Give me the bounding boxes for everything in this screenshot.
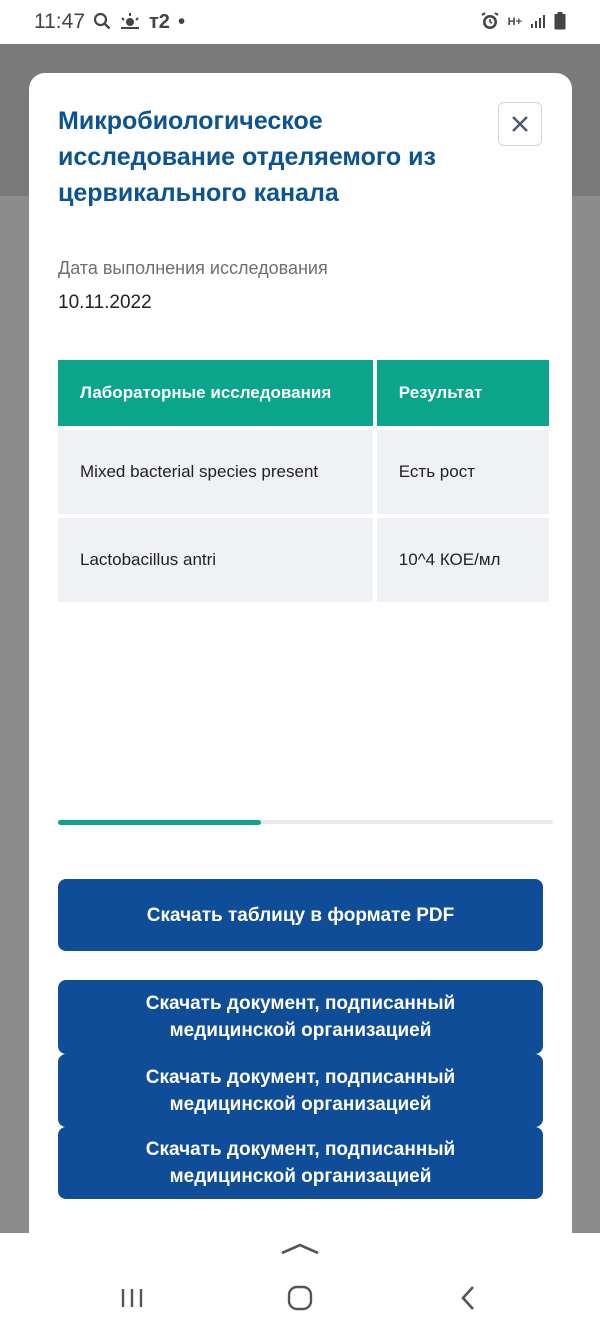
expand-handle-icon[interactable] <box>280 1241 320 1257</box>
table-row: Lactobacillus antri 10^4 КОЕ/мл <box>58 518 549 602</box>
signal-icon <box>530 13 546 32</box>
status-right: H+ <box>480 11 566 34</box>
table-cell-test: Lactobacillus antri <box>58 518 373 602</box>
table-cell-test: Mixed bacterial species present <box>58 430 373 514</box>
scrollbar-thumb[interactable] <box>58 820 261 825</box>
home-icon <box>287 1285 313 1311</box>
download-signed-document-button-1[interactable]: Скачать документ, подписанный медицинско… <box>58 980 543 1054</box>
table-cell-result: 10^4 КОЕ/мл <box>376 518 549 602</box>
alarm-icon <box>480 11 500 34</box>
weather-icon <box>119 12 141 33</box>
back-button[interactable] <box>448 1283 488 1313</box>
download-signed-document-button-2[interactable]: Скачать документ, подписанный медицинско… <box>58 1054 543 1127</box>
search-icon <box>93 12 111 33</box>
network-type: H+ <box>507 16 522 28</box>
download-signed-document-button-3[interactable]: Скачать документ, подписанный медицинско… <box>58 1127 543 1199</box>
recent-apps-button[interactable] <box>112 1283 152 1313</box>
modal-title: Микробиологическое исследование отделяем… <box>58 107 436 207</box>
column-header-result: Результат <box>376 360 549 426</box>
back-icon <box>461 1286 474 1310</box>
table-header-row: Лабораторные исследования Результат <box>58 360 549 426</box>
table-cell-result: Есть рост <box>376 430 549 514</box>
close-icon <box>512 116 528 132</box>
date-value: 10.11.2022 <box>58 292 152 313</box>
column-header-tests: Лабораторные исследования <box>58 360 373 426</box>
recent-apps-icon <box>121 1289 143 1307</box>
results-table: Лабораторные исследования Результат Mixe… <box>58 360 553 605</box>
results-table-scroll[interactable]: Лабораторные исследования Результат Mixe… <box>58 360 553 605</box>
status-left: 11:47 т2 • <box>34 10 185 34</box>
date-label: Дата выполнения исследования <box>58 258 328 278</box>
download-pdf-button[interactable]: Скачать таблицу в формате PDF <box>58 879 543 951</box>
carrier-label: т2 <box>149 10 170 33</box>
status-bar: 11:47 т2 • H+ <box>0 0 600 44</box>
horizontal-scrollbar[interactable] <box>58 820 553 825</box>
table-row: Mixed bacterial species present Есть рос… <box>58 430 549 514</box>
close-button[interactable] <box>498 102 542 146</box>
result-modal: Микробиологическое исследование отделяем… <box>29 73 572 1233</box>
home-button[interactable] <box>280 1283 320 1313</box>
notification-dot: • <box>177 10 186 33</box>
navigation-bar <box>0 1233 600 1332</box>
clock: 11:47 <box>34 10 85 33</box>
battery-icon <box>554 11 566 33</box>
